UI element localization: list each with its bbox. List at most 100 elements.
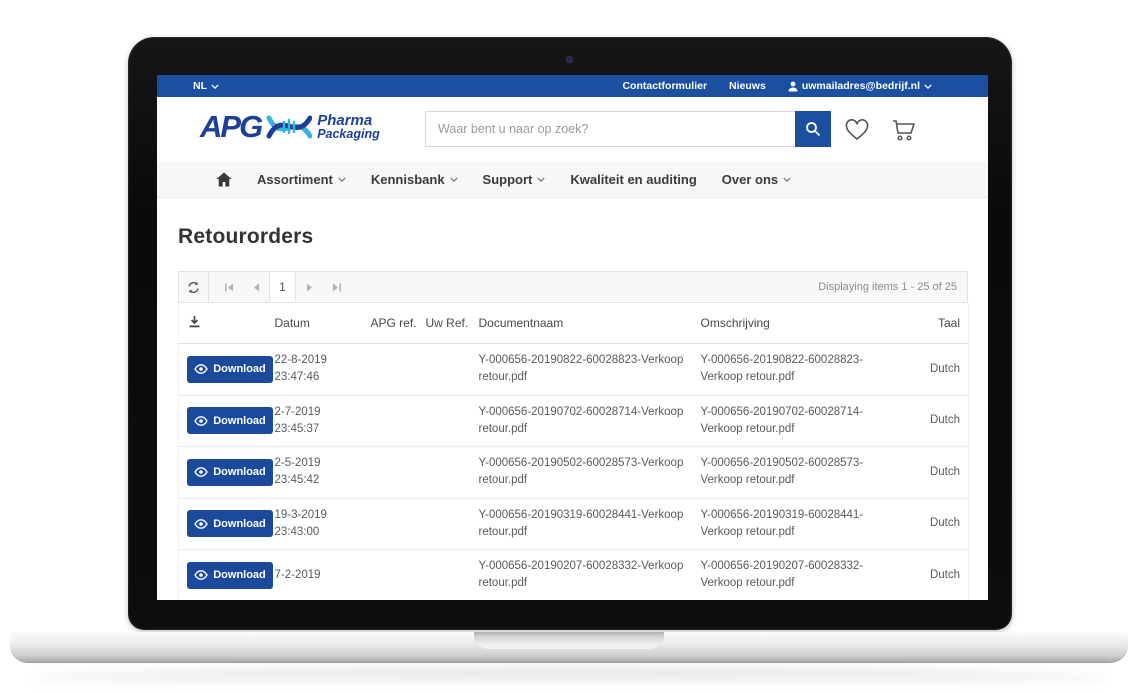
language-selector[interactable]: NL	[193, 80, 219, 92]
download-button[interactable]: Download	[187, 407, 273, 434]
row-apg-ref	[371, 498, 426, 550]
search-button[interactable]	[795, 111, 831, 147]
topbar-link-nieuws[interactable]: Nieuws	[729, 80, 766, 92]
row-omschrijving: Y-000656-20190702-60028714-Verkoop retou…	[701, 395, 906, 447]
last-page-icon	[332, 283, 342, 292]
site-header: APG Pharma Packaging	[157, 97, 988, 162]
nav-item-kwaliteit-en-auditing[interactable]: Kwaliteit en auditing	[570, 172, 696, 187]
search-bar	[425, 111, 831, 147]
row-documentnaam: Y-000656-20190822-60028823-Verkoop retou…	[479, 344, 701, 396]
page-background: NL Contactformulier Nieuws uwmailadres@b…	[0, 0, 1138, 692]
user-icon	[788, 81, 798, 92]
row-apg-ref	[371, 395, 426, 447]
nav-item-over-ons[interactable]: Over ons	[722, 172, 791, 187]
logo-pharma-text: Pharma	[317, 113, 380, 129]
column-header-omschrijving: Omschrijving	[701, 303, 906, 344]
search-icon	[805, 121, 821, 137]
laptop-base	[10, 632, 1128, 662]
row-omschrijving: Y-000656-20190502-60028573-Verkoop retou…	[701, 447, 906, 499]
logo-apg-text: APG	[200, 109, 261, 145]
grid-toolbar: 1 Display	[178, 271, 968, 303]
logo-wordmark: Pharma Packaging	[317, 113, 380, 142]
page-title: Retourorders	[178, 225, 968, 249]
row-taal: Dutch	[906, 395, 969, 447]
row-date: 22-8-2019	[275, 352, 365, 369]
chevron-down-icon	[211, 84, 219, 89]
nav-item-label: Support	[483, 172, 533, 187]
row-omschrijving: Y-000656-20190319-60028441-Verkoop retou…	[701, 498, 906, 550]
refresh-icon	[187, 281, 200, 294]
chevron-down-icon	[338, 177, 346, 182]
eye-icon	[194, 467, 208, 477]
next-page-button[interactable]	[296, 272, 323, 302]
chevron-down-icon	[783, 177, 791, 182]
download-button[interactable]: Download	[187, 510, 273, 537]
nav-item-assortiment[interactable]: Assortiment	[257, 172, 346, 187]
nav-home[interactable]	[216, 172, 232, 187]
retourorders-grid: 1 Display	[178, 271, 968, 600]
column-header-uw-ref: Uw Ref.	[426, 303, 479, 344]
row-date: 19-3-2019	[275, 507, 365, 524]
table-header-row: Datum APG ref. Uw Ref. Documentnaam Omsc…	[179, 303, 969, 344]
download-button-label: Download	[213, 518, 266, 530]
row-apg-ref	[371, 447, 426, 499]
account-email: uwmailadres@bedrijf.nl	[802, 80, 920, 92]
row-date: 2-5-2019	[275, 455, 365, 472]
eye-icon	[194, 416, 208, 426]
download-button[interactable]: Download	[187, 356, 273, 383]
nav-item-support[interactable]: Support	[483, 172, 546, 187]
account-menu[interactable]: uwmailadres@bedrijf.nl	[788, 80, 932, 92]
laptop-bezel: NL Contactformulier Nieuws uwmailadres@b…	[128, 37, 1012, 630]
chevron-down-icon	[924, 84, 932, 89]
row-taal: Dutch	[906, 498, 969, 550]
heart-icon	[844, 118, 870, 142]
topbar-link-contactformulier[interactable]: Contactformulier	[622, 80, 707, 92]
last-page-button[interactable]	[323, 272, 350, 302]
table-row: Download 2-7-201923:45:37 Y-000656-20190…	[179, 395, 969, 447]
row-time: 23:47:46	[275, 369, 365, 386]
row-uw-ref	[426, 447, 479, 499]
column-header-taal: Taal	[906, 303, 969, 344]
row-apg-ref	[371, 550, 426, 601]
nav-item-kennisbank[interactable]: Kennisbank	[371, 172, 458, 187]
row-taal: Dutch	[906, 550, 969, 601]
pagination-controls: 1	[215, 272, 350, 302]
wishlist-button[interactable]	[843, 117, 871, 143]
current-page[interactable]: 1	[269, 272, 296, 302]
search-input[interactable]	[425, 111, 795, 147]
row-date: 2-7-2019	[275, 404, 365, 421]
first-page-icon	[224, 283, 234, 292]
first-page-button[interactable]	[215, 272, 242, 302]
cart-icon	[891, 117, 918, 143]
prev-page-button[interactable]	[242, 272, 269, 302]
column-header-datum: Datum	[275, 303, 371, 344]
table-row: Download 2-5-201923:45:42 Y-000656-20190…	[179, 447, 969, 499]
laptop-base-notch	[474, 632, 664, 649]
chevron-down-icon	[537, 177, 545, 182]
row-documentnaam: Y-000656-20190319-60028441-Verkoop retou…	[479, 498, 701, 550]
browser-viewport: NL Contactformulier Nieuws uwmailadres@b…	[157, 75, 988, 600]
nav-item-label: Over ons	[722, 172, 778, 187]
main-navigation: Assortiment Kennisbank Support Kwaliteit…	[157, 162, 988, 198]
nav-item-label: Kennisbank	[371, 172, 445, 187]
table-row: Download 7-2-2019 Y-000656-20190207-6002…	[179, 550, 969, 601]
row-time: 23:45:42	[275, 472, 365, 489]
row-uw-ref	[426, 550, 479, 601]
cart-button[interactable]	[890, 117, 918, 143]
laptop-reflection	[30, 668, 1108, 690]
next-page-icon	[306, 283, 314, 292]
row-documentnaam: Y-000656-20190702-60028714-Verkoop retou…	[479, 395, 701, 447]
row-taal: Dutch	[906, 447, 969, 499]
download-column-header	[179, 303, 275, 344]
row-omschrijving: Y-000656-20190207-60028332-Verkoop retou…	[701, 550, 906, 601]
row-uw-ref	[426, 498, 479, 550]
prev-page-icon	[252, 283, 260, 292]
refresh-button[interactable]	[179, 272, 209, 302]
download-button[interactable]: Download	[187, 459, 273, 486]
home-icon	[216, 172, 232, 187]
logo[interactable]: APG Pharma Packaging	[200, 109, 380, 145]
row-uw-ref	[426, 395, 479, 447]
download-button[interactable]: Download	[187, 562, 273, 589]
download-button-label: Download	[213, 466, 266, 478]
language-label: NL	[193, 80, 207, 92]
